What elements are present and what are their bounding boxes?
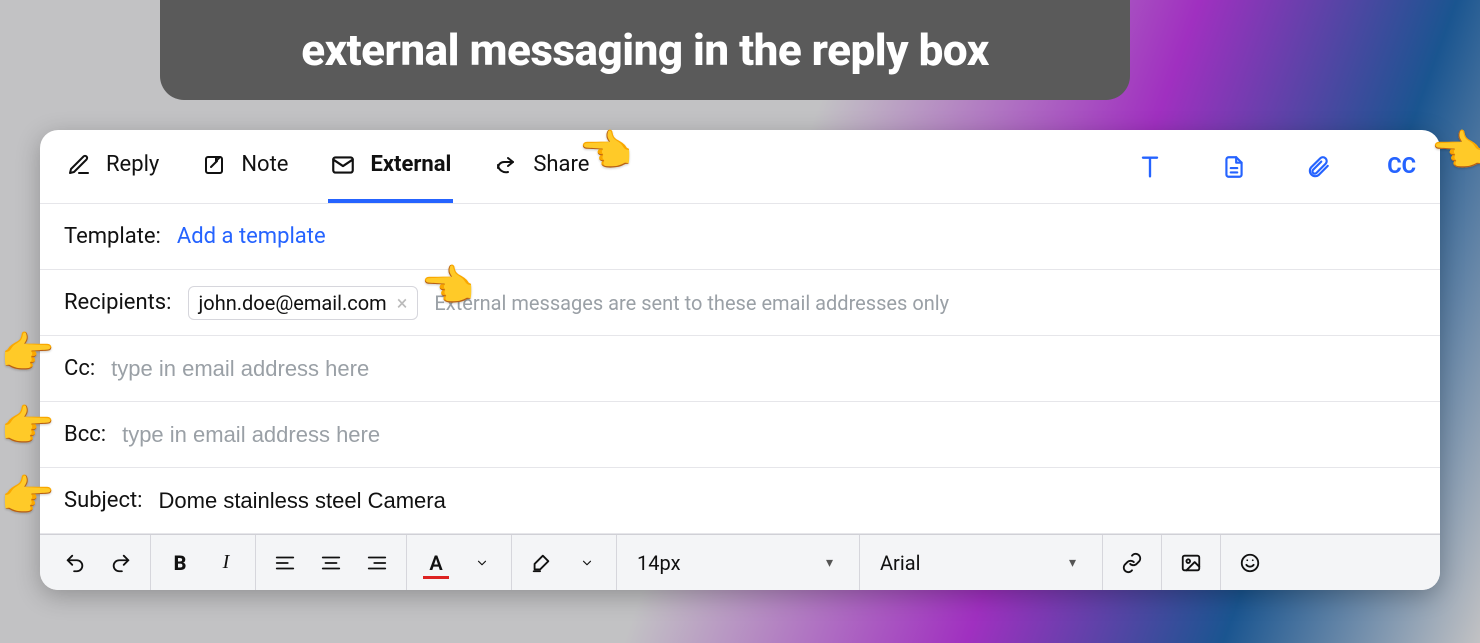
text-format-button[interactable] bbox=[1135, 152, 1165, 182]
highlight-button[interactable] bbox=[518, 543, 564, 583]
font-family-value: Arial bbox=[880, 551, 920, 575]
align-left-button[interactable] bbox=[262, 543, 308, 583]
subject-input[interactable] bbox=[159, 488, 1416, 514]
text-color-button[interactable]: A bbox=[413, 543, 459, 583]
align-right-button[interactable] bbox=[354, 543, 400, 583]
tab-external[interactable]: External bbox=[328, 130, 453, 203]
cc-input[interactable] bbox=[111, 356, 1416, 382]
bold-button[interactable]: B bbox=[157, 543, 203, 583]
attachment-button[interactable] bbox=[1303, 152, 1333, 182]
italic-button[interactable]: I bbox=[203, 543, 249, 583]
share-icon bbox=[493, 152, 519, 178]
page-banner: external messaging in the reply box bbox=[160, 0, 1130, 100]
template-row: Template: Add a template bbox=[40, 204, 1440, 270]
image-button[interactable] bbox=[1168, 543, 1214, 583]
recipients-label: Recipients: bbox=[64, 290, 172, 315]
tab-share-label: Share bbox=[533, 152, 589, 177]
font-size-select[interactable]: 14px ▾ bbox=[623, 543, 853, 583]
banner-title: external messaging in the reply box bbox=[301, 24, 989, 76]
recipient-chip-remove[interactable]: × bbox=[397, 293, 408, 313]
tab-reply-label: Reply bbox=[106, 152, 159, 177]
chevron-down-icon: ▾ bbox=[1069, 555, 1076, 571]
align-center-button[interactable] bbox=[308, 543, 354, 583]
tabs-row: Reply Note External Share bbox=[40, 130, 1440, 204]
undo-button[interactable] bbox=[52, 543, 98, 583]
bcc-label: Bcc: bbox=[64, 422, 106, 447]
mail-icon bbox=[330, 152, 356, 178]
font-family-select[interactable]: Arial ▾ bbox=[866, 543, 1096, 583]
link-button[interactable] bbox=[1109, 543, 1155, 583]
cc-row: Cc: bbox=[40, 336, 1440, 402]
cc-label: Cc: bbox=[64, 356, 95, 381]
recipients-hint: External messages are sent to these emai… bbox=[434, 291, 949, 315]
tab-reply[interactable]: Reply bbox=[64, 130, 161, 203]
note-icon bbox=[201, 152, 227, 178]
bcc-input[interactable] bbox=[122, 422, 1416, 448]
chevron-down-icon: ▾ bbox=[826, 555, 833, 571]
template-label: Template: bbox=[64, 224, 161, 249]
emoji-button[interactable] bbox=[1227, 543, 1273, 583]
add-template-link[interactable]: Add a template bbox=[177, 224, 326, 249]
format-toolbar: B I A bbox=[40, 534, 1440, 590]
cc-toggle-button[interactable]: CC bbox=[1387, 154, 1416, 179]
tab-external-label: External bbox=[370, 152, 451, 177]
redo-button[interactable] bbox=[98, 543, 144, 583]
subject-row: Subject: bbox=[40, 468, 1440, 534]
recipient-chip[interactable]: john.doe@email.com × bbox=[188, 286, 419, 320]
recipients-row: Recipients: john.doe@email.com × Externa… bbox=[40, 270, 1440, 336]
right-tools: CC bbox=[1135, 152, 1416, 182]
tab-note-label: Note bbox=[241, 152, 288, 177]
subject-label: Subject: bbox=[64, 488, 143, 513]
recipient-chip-text: john.doe@email.com bbox=[199, 291, 387, 315]
font-size-value: 14px bbox=[637, 551, 681, 575]
tab-share[interactable]: Share bbox=[491, 130, 591, 203]
text-color-chevron[interactable] bbox=[459, 543, 505, 583]
highlight-chevron[interactable] bbox=[564, 543, 610, 583]
reply-box-card: Reply Note External Share bbox=[40, 130, 1440, 590]
document-button[interactable] bbox=[1219, 152, 1249, 182]
pencil-icon bbox=[66, 152, 92, 178]
bcc-row: Bcc: bbox=[40, 402, 1440, 468]
tab-note[interactable]: Note bbox=[199, 130, 290, 203]
